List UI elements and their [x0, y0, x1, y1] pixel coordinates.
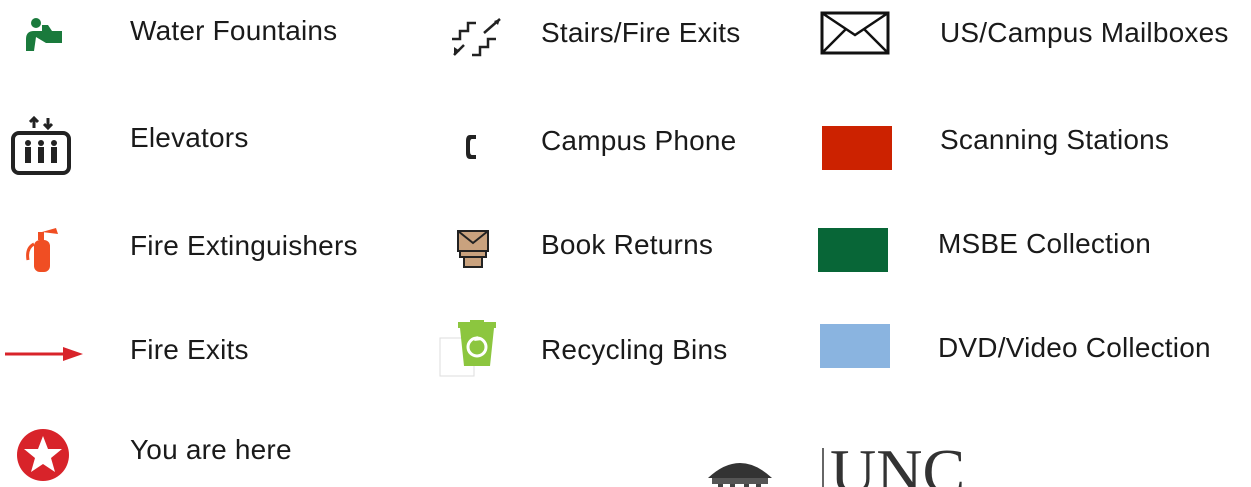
legend-label: Recycling Bins	[541, 334, 728, 365]
legend-item-you-are-here: You are here	[0, 424, 400, 484]
logo-divider	[822, 448, 824, 487]
legend-item-fire-exits: Fire Exits	[0, 322, 400, 382]
legend-item-campus-phone: Campus Phone	[430, 113, 790, 173]
fire-exit-arrow-icon	[5, 347, 83, 361]
legend-item-water-fountains: Water Fountains	[0, 5, 400, 65]
msbe-collection-swatch	[818, 228, 888, 272]
elevator-icon	[11, 116, 71, 175]
water-fountain-icon	[26, 18, 62, 51]
mailbox-envelope-icon	[820, 11, 890, 55]
unc-logo: UNC	[700, 440, 1120, 487]
stairs-icon	[452, 18, 501, 57]
legend-label: DVD/Video Collection	[938, 332, 1211, 363]
legend-label: Fire Exits	[130, 334, 249, 365]
map-legend: Water Fountains Elevators Fire Extinguis…	[0, 0, 1251, 487]
legend-item-msbe-collection: MSBE Collection	[810, 216, 1251, 276]
dvd-video-collection-swatch	[820, 324, 890, 368]
legend-label: Elevators	[130, 122, 249, 153]
legend-item-dvd-video-collection: DVD/Video Collection	[810, 320, 1251, 380]
legend-label: Stairs/Fire Exits	[541, 17, 741, 48]
phone-icon	[466, 135, 476, 159]
legend-label: Water Fountains	[130, 15, 338, 46]
legend-label: MSBE Collection	[938, 228, 1152, 259]
old-well-icon	[708, 463, 772, 487]
legend-item-elevators: Elevators	[0, 110, 400, 175]
logo-text: UNC	[830, 440, 966, 487]
fire-extinguisher-icon	[26, 228, 58, 272]
legend-item-book-returns: Book Returns	[430, 217, 790, 277]
legend-item-stairs-fire-exits: Stairs/Fire Exits	[430, 5, 790, 65]
legend-item-mailboxes: US/Campus Mailboxes	[810, 5, 1251, 65]
book-return-icon	[457, 230, 489, 268]
legend-label: Fire Extinguishers	[130, 230, 358, 261]
legend-label: US/Campus Mailboxes	[940, 17, 1229, 48]
legend-item-fire-extinguishers: Fire Extinguishers	[0, 218, 400, 278]
legend-label: Book Returns	[541, 229, 714, 260]
legend-item-recycling-bins: Recycling Bins	[430, 320, 790, 380]
legend-label: You are here	[130, 434, 292, 465]
legend-label: Scanning Stations	[940, 124, 1170, 155]
legend-label: Campus Phone	[541, 125, 737, 156]
scanning-station-swatch	[822, 126, 892, 170]
legend-item-scanning-stations: Scanning Stations	[810, 112, 1251, 172]
recycling-bin-icon	[439, 320, 496, 377]
you-are-here-star-icon	[17, 429, 69, 481]
